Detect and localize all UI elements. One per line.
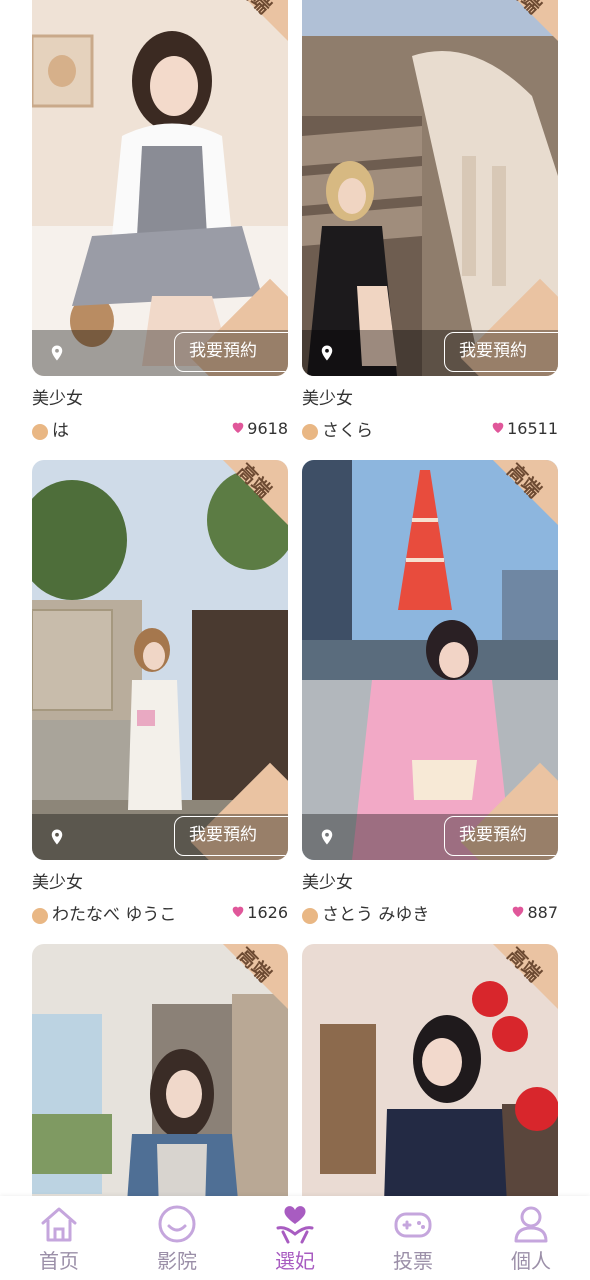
reserve-button[interactable]: 我要預約 [174,332,288,372]
status-dot [302,908,318,924]
heart-icon [513,906,524,917]
card-title: 美少女 [302,389,353,409]
home-icon [41,1207,77,1242]
card-meta: さくら 16511 [302,418,558,448]
profile-photo[interactable]: 高端 我要預約 [32,0,288,376]
tab-profile[interactable]: 個人 [472,1202,590,1278]
location-pin-icon[interactable] [318,828,336,846]
like-count-value: 9618 [247,419,288,438]
like-count[interactable]: 9618 [230,418,288,440]
profile-name: わたなべ ゆうこ [52,905,177,925]
reserve-button[interactable]: 我要預約 [174,816,288,856]
profile-photo[interactable]: 高端 [302,944,558,1196]
like-count[interactable]: 1626 [230,902,288,924]
card-meta: さとう みゆき 887 [302,902,558,932]
profile-card[interactable]: 高端 [32,944,288,1196]
profile-grid: 高端 我要預約 美少女 は 9618 [0,0,590,1196]
heart-icon [232,906,244,917]
reserve-button[interactable]: 我要預約 [444,332,558,372]
tab-label: 投票 [393,1249,433,1273]
reserve-button[interactable]: 我要預約 [444,816,558,856]
profile-name: さとう みゆき [322,905,430,925]
status-dot [302,424,318,440]
profile-name: は [52,421,69,441]
like-count[interactable]: 887 [510,902,558,924]
like-count[interactable]: 16511 [490,418,558,440]
card-meta: は 9618 [32,418,288,448]
tab-vote[interactable]: 投票 [354,1202,472,1278]
heart-icon [492,422,504,433]
bottom-tab-bar: 首页 影院 選妃 投票 個人 [0,1196,590,1280]
like-count-value: 887 [527,903,558,922]
select-consort-icon [276,1206,314,1244]
status-dot [32,424,48,440]
profile-name: さくら [322,421,373,441]
profile-photo[interactable]: 高端 我要預約 [32,460,288,860]
profile-card[interactable]: 高端 我要預約 美少女 は 9618 [32,0,288,448]
tab-select[interactable]: 選妃 [236,1202,354,1278]
profile-card[interactable]: 高端 [302,944,558,1196]
location-pin-icon[interactable] [48,828,66,846]
tab-label: 選妃 [275,1249,315,1273]
location-pin-icon[interactable] [318,344,336,362]
like-count-value: 16511 [507,419,558,438]
profile-card[interactable]: 高端 我要預約 美少女 わたなべ ゆうこ 1626 [32,460,288,932]
card-title: 美少女 [32,873,83,893]
profile-card[interactable]: 高端 我要預約 美少女 さくら 16511 [302,0,558,448]
profile-photo[interactable]: 高端 我要預約 [302,0,558,376]
tab-label: 首页 [39,1249,79,1273]
smile-icon [158,1205,196,1243]
status-dot [32,908,48,924]
profile-card[interactable]: 高端 我要預約 美少女 さとう みゆき 887 [302,460,558,932]
gamepad-icon [394,1212,432,1238]
location-pin-icon[interactable] [48,344,66,362]
profile-photo[interactable]: 高端 [32,944,288,1196]
profile-photo[interactable]: 高端 我要預約 [302,460,558,860]
tab-cinema[interactable]: 影院 [118,1202,236,1278]
tab-label: 影院 [157,1249,197,1273]
card-title: 美少女 [302,873,353,893]
person-icon [514,1206,548,1243]
like-count-value: 1626 [247,903,288,922]
tab-label: 個人 [511,1249,551,1273]
tab-home[interactable]: 首页 [0,1202,118,1278]
card-meta: わたなべ ゆうこ 1626 [32,902,288,932]
heart-icon [232,422,244,433]
card-title: 美少女 [32,389,83,409]
